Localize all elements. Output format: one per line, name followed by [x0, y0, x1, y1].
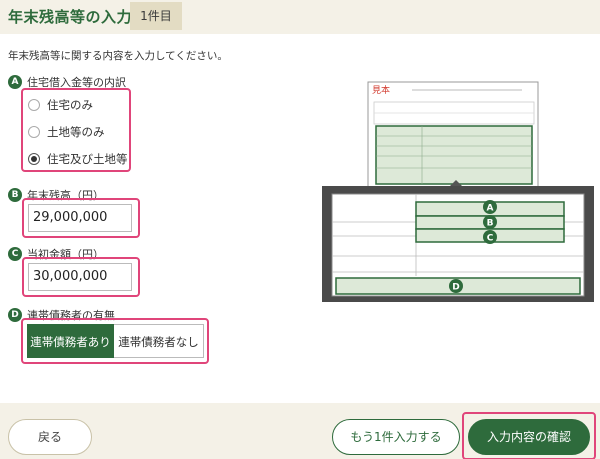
joint-debtor-yes-option[interactable]: 連帯債務者あり: [27, 324, 114, 358]
radio-land-only[interactable]: 土地等のみ: [28, 124, 105, 140]
radio-button-selected[interactable]: [28, 153, 40, 165]
marker-c-label: C: [487, 234, 494, 244]
radio-housing-and-land[interactable]: 住宅及び土地等: [28, 151, 128, 167]
year-end-balance-input[interactable]: 29,000,000: [28, 204, 132, 232]
marker-a-label: A: [487, 204, 494, 214]
radio-label: 住宅のみ: [47, 98, 93, 112]
marker-d-label: D: [452, 283, 459, 293]
back-button[interactable]: 戻る: [8, 419, 92, 455]
record-count-badge: 1件目: [130, 2, 182, 30]
joint-debtor-toggle[interactable]: 連帯債務者あり 連帯債務者なし: [27, 324, 204, 358]
sample-form-image: 見本 A B C D: [322, 81, 594, 302]
add-another-button[interactable]: もう1件入力する: [332, 419, 460, 455]
radio-label: 住宅及び土地等: [47, 152, 128, 166]
marker-b-label: B: [487, 219, 494, 229]
badge-c: C: [8, 247, 22, 261]
confirm-button[interactable]: 入力内容の確認: [468, 419, 590, 455]
badge-b: B: [8, 188, 22, 202]
radio-label: 土地等のみ: [47, 125, 105, 139]
intro-text: 年末残高等に関する内容を入力してください。: [8, 50, 228, 62]
badge-a: A: [8, 75, 22, 89]
radio-button[interactable]: [28, 126, 40, 138]
initial-amount-input[interactable]: 30,000,000: [28, 263, 132, 291]
badge-d: D: [8, 308, 22, 322]
radio-button[interactable]: [28, 99, 40, 111]
doc-highlight-area: [375, 125, 533, 185]
page-title: 年末残高等の入力: [8, 8, 133, 26]
joint-debtor-no-option[interactable]: 連帯債務者なし: [114, 324, 204, 358]
page-header: 年末残高等の入力 1件目: [0, 0, 600, 34]
radio-housing-only[interactable]: 住宅のみ: [28, 97, 93, 113]
sample-stamp: 見本: [372, 84, 390, 96]
